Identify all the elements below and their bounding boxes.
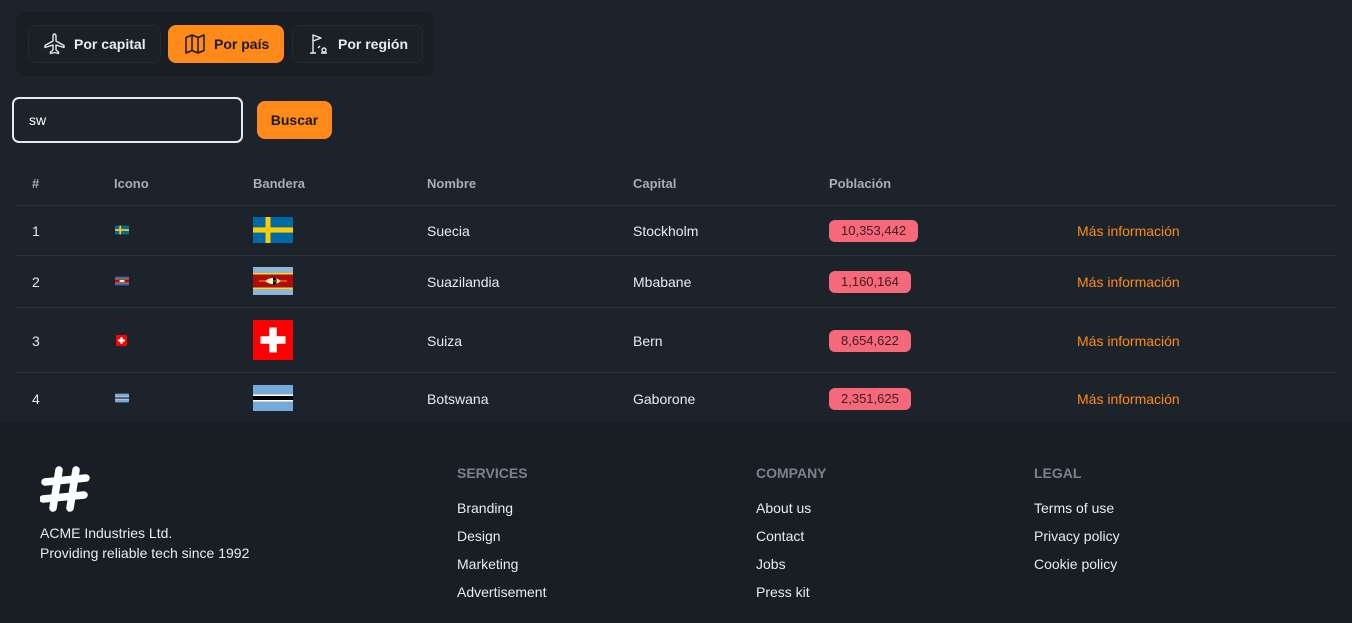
switzerland-flag-icon [116,335,127,346]
botswana-flag-icon [115,393,129,403]
table-row: 2 Suazilandia Mbabane 1,160,164 Más info… [16,256,1336,308]
map-icon [185,34,205,54]
country-capital: Stockholm [633,223,699,239]
search-mode-tabs: Por capital Por país Por región [16,12,434,76]
footer-link[interactable]: About us [756,499,827,517]
table-row: 1 Suecia Stockholm 10,353,442 Más inform… [16,206,1336,256]
sweden-flag-icon [115,225,129,235]
column-header-number: # [32,176,40,191]
population-badge: 10,353,442 [829,220,919,242]
footer-column-services: SERVICES Branding Design Marketing Adver… [457,465,546,611]
table-row: 4 Botswana Gaborone 2,351,625 Más inform… [16,373,1336,423]
footer-link[interactable]: Cookie policy [1034,555,1120,573]
more-info-link[interactable]: Más información [1077,223,1180,239]
column-header-icon: Icono [114,176,149,191]
more-info-link[interactable]: Más información [1077,274,1180,290]
row-number: 4 [32,391,40,407]
country-name: Botswana [427,391,489,407]
column-header-name: Nombre [427,176,477,191]
footer-link[interactable]: Advertisement [457,583,546,601]
population-badge: 2,351,625 [829,388,911,410]
country-capital: Mbabane [633,274,692,290]
footer-link[interactable]: Terms of use [1034,499,1120,517]
country-capital: Bern [633,333,663,349]
tab-label: Por región [338,36,409,52]
eswatini-flag-image [253,267,293,295]
footer-link[interactable]: Design [457,527,546,545]
footer-column-legal: LEGAL Terms of use Privacy policy Cookie… [1034,465,1120,583]
more-info-link[interactable]: Más información [1077,391,1180,407]
footer: ACME Industries Ltd. Providing reliable … [0,422,1352,623]
tab-by-capital[interactable]: Por capital [28,25,161,63]
footer-column-title: COMPANY [756,465,827,481]
country-name: Suecia [427,223,470,239]
footer-column-title: SERVICES [457,465,528,481]
footer-link[interactable]: Press kit [756,583,827,601]
eswatini-flag-icon [115,276,129,286]
table-row: 3 Suiza Bern 8,654,622 Más información [16,308,1336,373]
switzerland-flag-image [253,320,293,360]
brand-text: ACME Industries Ltd. Providing reliable … [40,523,249,563]
search-button[interactable]: Buscar [257,101,332,139]
footer-link[interactable]: Contact [756,527,827,545]
population-badge: 1,160,164 [829,271,911,293]
footer-column-company: COMPANY About us Contact Jobs Press kit [756,465,827,611]
company-name: ACME Industries Ltd. [40,525,173,541]
footer-link[interactable]: Marketing [457,555,546,573]
country-capital: Gaborone [633,391,696,407]
country-name: Suiza [427,333,463,349]
population-badge: 8,654,622 [829,330,911,352]
footer-column-title: LEGAL [1034,465,1082,481]
column-header-flag: Bandera [253,176,306,191]
countries-table: # Icono Bandera Nombre Capital Población… [16,160,1336,423]
column-header-population: Población [829,176,892,191]
column-header-capital: Capital [633,176,677,191]
tab-label: Por capital [74,36,146,52]
airplane-icon [44,33,65,55]
tab-by-region[interactable]: Por región [292,25,424,63]
row-number: 3 [32,333,40,349]
country-name: Suazilandia [427,274,500,290]
row-number: 2 [32,274,40,290]
tab-label: Por país [214,36,270,52]
company-tagline: Providing reliable tech since 1992 [40,545,250,561]
tab-by-country[interactable]: Por país [168,25,285,63]
row-number: 1 [32,223,40,239]
search-field-wrapper [12,97,243,143]
footer-link[interactable]: Privacy policy [1034,527,1120,545]
flag-location-icon [310,34,327,54]
more-info-link[interactable]: Más información [1077,333,1180,349]
footer-link[interactable]: Jobs [756,555,827,573]
sweden-flag-image [253,217,293,243]
hashtag-logo-icon [40,466,90,512]
table-header: # Icono Bandera Nombre Capital Población [16,160,1336,206]
search-input[interactable] [16,101,239,139]
footer-link[interactable]: Branding [457,499,546,517]
botswana-flag-image [253,385,293,411]
